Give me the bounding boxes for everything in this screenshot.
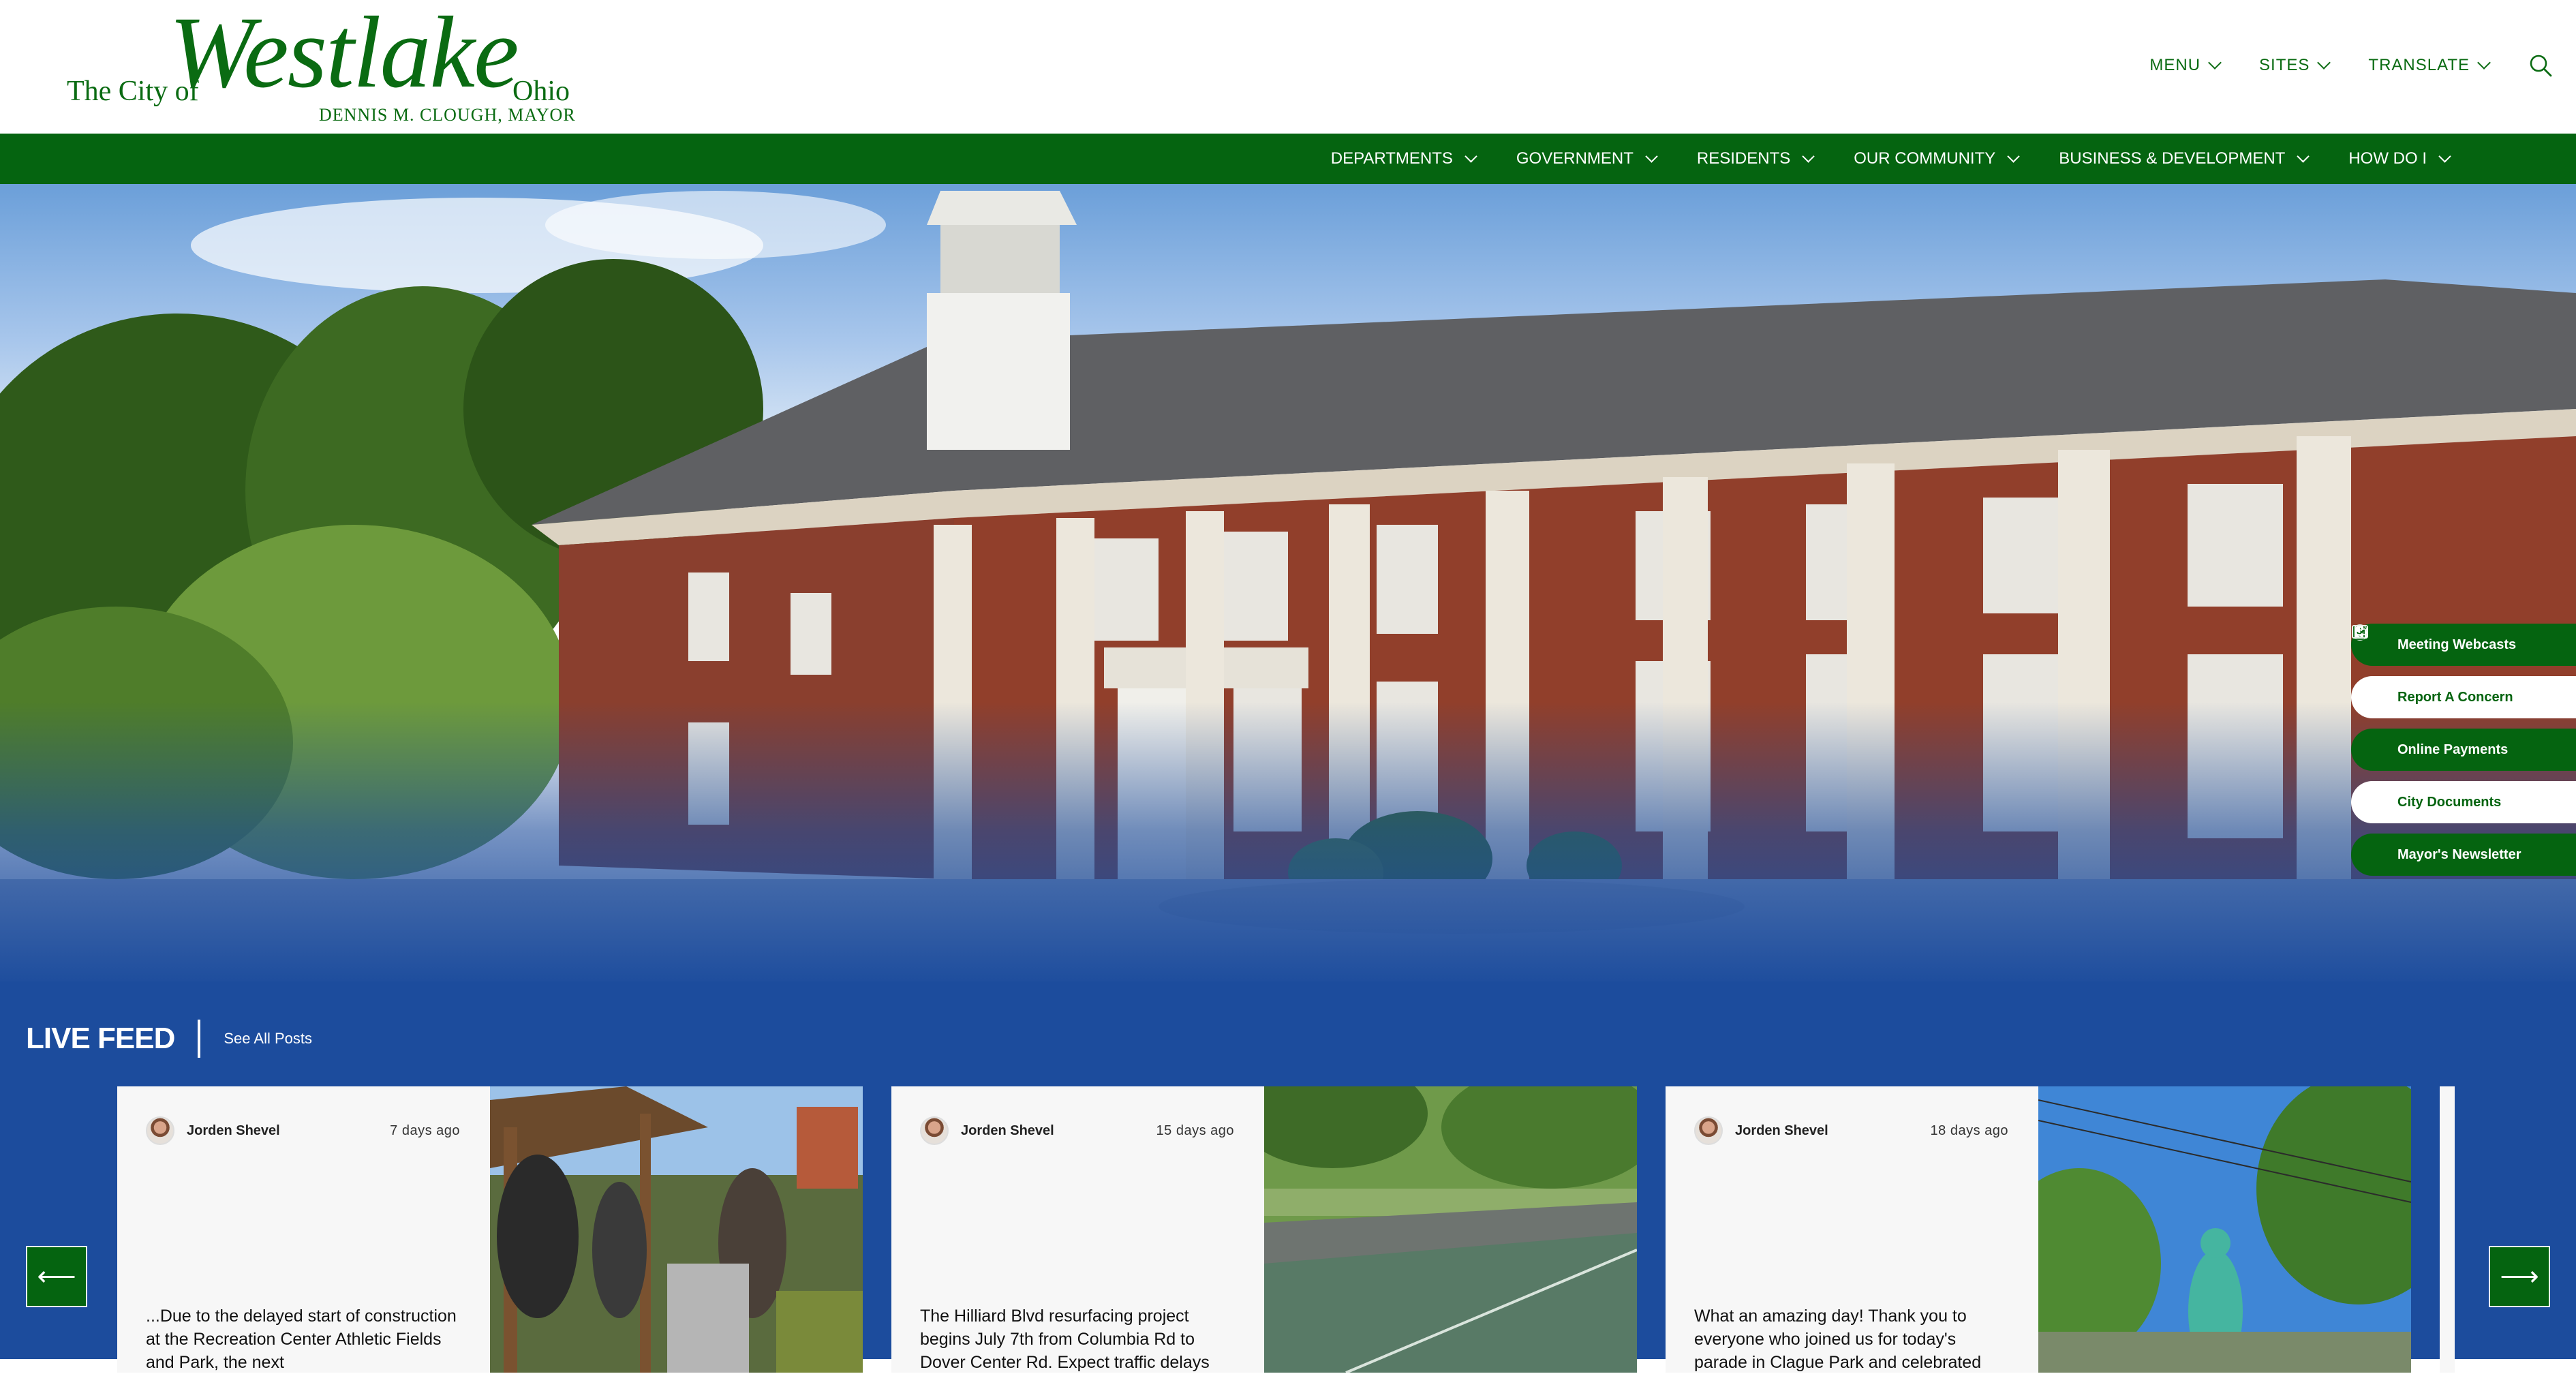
- chevron-down-icon: [1645, 149, 1658, 163]
- logo-name: Westlake: [169, 0, 519, 109]
- quick-link-meeting-webcasts[interactable]: Meeting Webcasts: [2351, 624, 2576, 666]
- translate-label: TRANSLATE: [2368, 56, 2470, 74]
- arrow-right-icon: ⟶: [2500, 1262, 2539, 1292]
- nav-how-do-i[interactable]: HOW DO I: [2348, 149, 2451, 168]
- feed-card-text: Jorden Shevel 18 days ago What an amazin…: [1666, 1086, 2038, 1373]
- feed-card[interactable]: Jorden Shevel 15 days ago The Hilliard B…: [891, 1086, 1637, 1373]
- post-timestamp: 7 days ago: [390, 1123, 460, 1138]
- menu-button[interactable]: MENU: [2149, 56, 2222, 75]
- chevron-down-icon: [2477, 56, 2491, 70]
- feed-prev-button[interactable]: ⟵: [26, 1246, 87, 1307]
- utility-nav: MENU SITES TRANSLATE: [2149, 53, 2553, 78]
- chevron-down-icon: [2297, 149, 2310, 163]
- document-edit-icon: [2353, 625, 2384, 811]
- chevron-down-icon: [2007, 149, 2020, 163]
- post-timestamp: 15 days ago: [1156, 1123, 1234, 1138]
- feed-card-text: Jorden Shevel 7 days ago ...Due to the d…: [117, 1086, 490, 1373]
- avatar: [920, 1116, 949, 1145]
- nav-business-development[interactable]: BUSINESS & DEVELOPMENT: [2059, 149, 2310, 168]
- chevron-down-icon: [2317, 56, 2331, 70]
- feed-next-button[interactable]: ⟶: [2489, 1246, 2550, 1307]
- quick-link-online-payments[interactable]: $ Online Payments: [2351, 624, 2576, 771]
- nav-label: RESIDENTS: [1696, 149, 1791, 168]
- chevron-down-icon: [1802, 149, 1815, 163]
- nav-label: BUSINESS & DEVELOPMENT: [2059, 149, 2286, 168]
- quick-link-city-documents[interactable]: City Documents: [2351, 625, 2576, 823]
- menu-label: MENU: [2149, 56, 2201, 74]
- nav-label: OUR COMMUNITY: [1854, 149, 1996, 168]
- nav-label: DEPARTMENTS: [1330, 149, 1453, 168]
- quick-link-report-concern[interactable]: Report A Concern: [2351, 624, 2576, 718]
- quick-link-label: Meeting Webcasts: [2397, 637, 2517, 652]
- site-header: The City of Westlake Ohio DENNIS M. CLOU…: [0, 0, 2576, 134]
- nav-government[interactable]: GOVERNMENT: [1516, 149, 1658, 168]
- quick-links: Meeting Webcasts Report A Concern $ Onli…: [2351, 624, 2576, 886]
- quick-link-label: City Documents: [2397, 794, 2502, 810]
- post-photo-parade: [2038, 1086, 2411, 1373]
- author-name: Jorden Shevel: [961, 1123, 1054, 1138]
- live-feed-title: LIVE FEED: [26, 1022, 175, 1055]
- arrow-left-icon: ⟵: [37, 1262, 76, 1292]
- translate-button[interactable]: TRANSLATE: [2368, 56, 2491, 75]
- hero-banner: Meeting Webcasts Report A Concern $ Onli…: [0, 184, 2576, 981]
- author-name: Jorden Shevel: [187, 1123, 280, 1138]
- sites-button[interactable]: SITES: [2259, 56, 2331, 75]
- post-photo-concert: [490, 1086, 863, 1373]
- nav-residents[interactable]: RESIDENTS: [1696, 149, 1815, 168]
- info-icon: [2352, 624, 2384, 706]
- chevron-down-icon: [2438, 149, 2451, 163]
- live-feed-header: LIVE FEED See All Posts: [26, 1020, 312, 1058]
- quick-link-label: Online Payments: [2397, 742, 2509, 757]
- post-author: Jorden Shevel: [920, 1116, 1054, 1145]
- hero-gradient-overlay: [0, 702, 2576, 981]
- feed-card[interactable]: Jorden Shevel 18 days ago What an amazin…: [1666, 1086, 2411, 1373]
- nav-label: GOVERNMENT: [1516, 149, 1634, 168]
- quick-link-label: Mayor's Newsletter: [2397, 846, 2521, 862]
- feed-card-text: Jorden Shevel 15 days ago The Hilliard B…: [891, 1086, 1264, 1373]
- chevron-down-icon: [1465, 149, 1477, 163]
- post-body: The Hilliard Blvd resurfacing project be…: [920, 1307, 1210, 1372]
- nav-departments[interactable]: DEPARTMENTS: [1330, 149, 1477, 168]
- main-nav: DEPARTMENTS GOVERNMENT RESIDENTS OUR COM…: [0, 134, 2576, 184]
- feed-card-next-peek: [2440, 1086, 2455, 1373]
- post-author: Jorden Shevel: [1694, 1116, 1828, 1145]
- dollar-icon: $: [2352, 624, 2384, 759]
- feed-card[interactable]: Jorden Shevel 7 days ago ...Due to the d…: [117, 1086, 863, 1373]
- quick-link-mayors-newsletter[interactable]: Mayor's Newsletter: [2351, 625, 2576, 876]
- avatar: [1694, 1116, 1723, 1145]
- author-name: Jorden Shevel: [1735, 1123, 1828, 1138]
- nav-label: HOW DO I: [2348, 149, 2427, 168]
- post-body: What an amazing day! Thank you to everyo…: [1694, 1307, 1982, 1372]
- see-all-posts-link[interactable]: See All Posts: [224, 1030, 312, 1048]
- search-button[interactable]: [2528, 53, 2553, 78]
- city-logo[interactable]: The City of Westlake Ohio DENNIS M. CLOU…: [67, 1, 585, 125]
- avatar: [146, 1116, 174, 1145]
- divider: [198, 1020, 201, 1058]
- newsletter-icon: [2352, 625, 2384, 864]
- live-feed: LIVE FEED See All Posts Jorden Shevel 7 …: [0, 981, 2576, 1373]
- sites-label: SITES: [2259, 56, 2310, 74]
- search-icon: [2530, 55, 2552, 77]
- logo-mayor: DENNIS M. CLOUGH, MAYOR: [319, 105, 576, 125]
- post-body: ...Due to the delayed start of construct…: [146, 1307, 457, 1372]
- nav-our-community[interactable]: OUR COMMUNITY: [1854, 149, 2020, 168]
- post-timestamp: 18 days ago: [1930, 1123, 2008, 1138]
- logo-suffix: Ohio: [512, 76, 570, 107]
- chevron-down-icon: [2208, 56, 2222, 70]
- quick-link-label: Report A Concern: [2397, 689, 2513, 705]
- post-author: Jorden Shevel: [146, 1116, 280, 1145]
- post-photo-road: [1264, 1086, 1637, 1373]
